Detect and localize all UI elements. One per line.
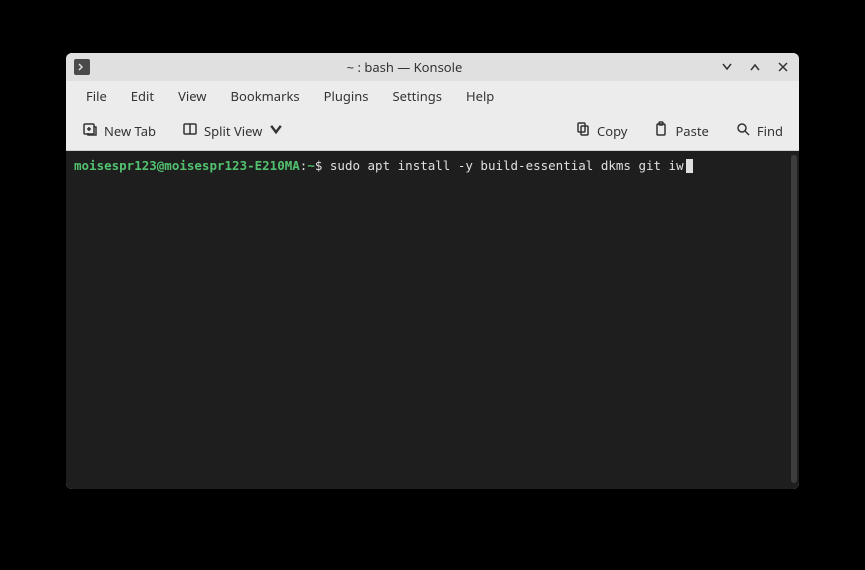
copy-label: Copy (597, 122, 627, 140)
paste-icon (653, 121, 669, 141)
paste-button[interactable]: Paste (647, 117, 714, 145)
new-tab-label: New Tab (104, 122, 156, 140)
titlebar[interactable]: ~ : bash — Konsole (66, 53, 799, 81)
toolbar: New Tab Split View Copy (66, 111, 799, 151)
find-button[interactable]: Find (729, 117, 789, 145)
window-controls (719, 59, 791, 75)
split-view-label: Split View (204, 122, 262, 140)
new-tab-button[interactable]: New Tab (76, 117, 162, 145)
menubar: File Edit View Bookmarks Plugins Setting… (66, 81, 799, 111)
prompt-path: ~ (307, 158, 315, 173)
copy-icon (575, 121, 591, 141)
copy-button[interactable]: Copy (569, 117, 633, 145)
terminal-line: moisespr123@moisespr123-E210MA:~$ sudo a… (74, 157, 791, 175)
prompt-symbol: $ (315, 158, 323, 173)
window-title: ~ : bash — Konsole (96, 58, 713, 76)
split-view-icon (182, 121, 198, 141)
split-view-button[interactable]: Split View (176, 117, 290, 145)
menu-help[interactable]: Help (454, 83, 506, 109)
new-tab-icon (82, 121, 98, 141)
minimize-button[interactable] (719, 59, 735, 75)
menu-plugins[interactable]: Plugins (312, 83, 381, 109)
cursor (686, 159, 693, 173)
prompt-user-host: moisespr123@moisespr123-E210MA (74, 158, 300, 173)
paste-label: Paste (675, 122, 708, 140)
command-text: sudo apt install -y build-essential dkms… (330, 158, 684, 173)
scrollbar[interactable] (791, 155, 797, 483)
konsole-window: ~ : bash — Konsole File Edit View Bookma… (66, 53, 799, 489)
chevron-down-icon (268, 121, 284, 141)
menu-file[interactable]: File (74, 83, 119, 109)
find-icon (735, 121, 751, 141)
menu-bookmarks[interactable]: Bookmarks (219, 83, 312, 109)
find-label: Find (757, 122, 783, 140)
maximize-button[interactable] (747, 59, 763, 75)
close-button[interactable] (775, 59, 791, 75)
menu-view[interactable]: View (166, 83, 218, 109)
terminal-area[interactable]: moisespr123@moisespr123-E210MA:~$ sudo a… (66, 151, 799, 489)
menu-settings[interactable]: Settings (381, 83, 454, 109)
menu-edit[interactable]: Edit (119, 83, 166, 109)
app-icon (74, 59, 90, 75)
